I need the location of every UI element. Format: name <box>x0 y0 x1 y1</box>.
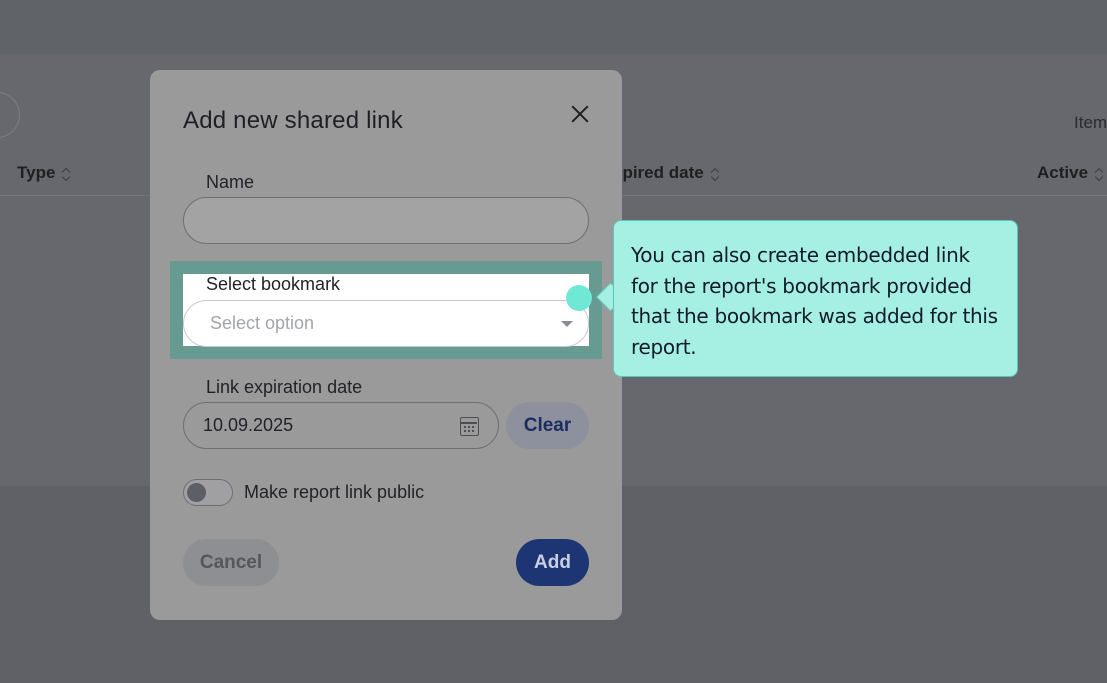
tour-tooltip: You can also create embedded link for th… <box>613 220 1018 377</box>
sort-icon[interactable] <box>1094 167 1104 181</box>
close-icon[interactable] <box>566 100 594 128</box>
column-header-active[interactable]: Active <box>1037 163 1104 183</box>
expiration-date-input[interactable]: 10.09.2025 <box>183 402 499 449</box>
items-per-page-label: Item <box>1074 113 1107 132</box>
column-header-expired-date[interactable]: xpired date <box>613 163 720 183</box>
dialog-title: Add new shared link <box>183 107 403 134</box>
add-shared-link-dialog: Add new shared link Name Select bookmark… <box>150 70 622 620</box>
name-label: Name <box>206 172 255 192</box>
name-input[interactable] <box>183 197 589 244</box>
toggle-knob <box>187 483 206 502</box>
calendar-icon[interactable] <box>460 417 479 436</box>
sort-icon[interactable] <box>710 167 720 181</box>
column-header-type[interactable]: Type <box>17 163 71 183</box>
expiration-date-value: 10.09.2025 <box>203 415 294 435</box>
top-bar <box>0 0 1107 54</box>
bookmark-label: Select bookmark <box>206 274 341 294</box>
bookmark-placeholder: Select option <box>210 313 315 333</box>
clear-button[interactable]: Clear <box>506 402 589 449</box>
sort-icon[interactable] <box>61 167 71 181</box>
public-toggle[interactable] <box>183 479 233 506</box>
cancel-button[interactable]: Cancel <box>183 539 279 586</box>
add-button[interactable]: Add <box>516 539 589 586</box>
public-toggle-label: Make report link public <box>244 482 425 502</box>
tour-hotspot[interactable] <box>566 285 592 311</box>
chevron-down-icon <box>561 321 573 327</box>
bookmark-select[interactable]: Select option <box>183 300 589 347</box>
expiration-label: Link expiration date <box>206 377 363 397</box>
